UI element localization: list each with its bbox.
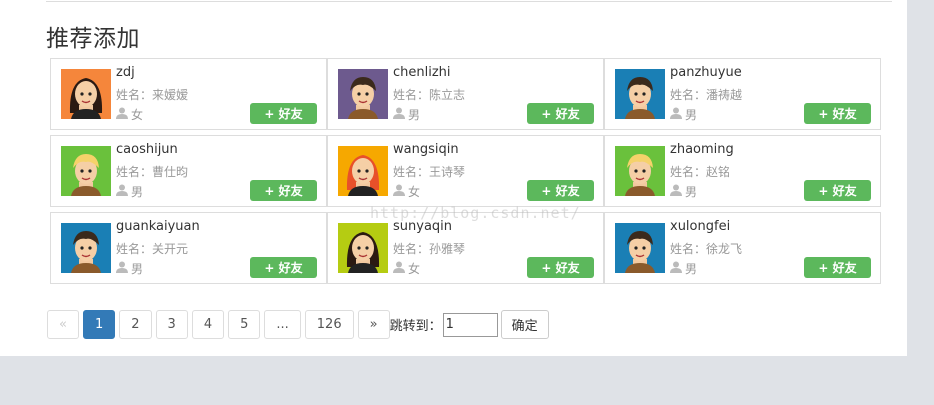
user-icon (670, 261, 682, 276)
user-icon (393, 261, 405, 276)
avatar[interactable] (615, 69, 665, 119)
real-name: 姓名：徐龙飞 (670, 242, 743, 256)
gender-label: 男 (685, 108, 698, 122)
user-icon (116, 184, 128, 199)
page-button-last[interactable]: 126 (304, 310, 354, 339)
user-icon (116, 261, 128, 276)
user-icon (116, 107, 128, 122)
avatar[interactable] (61, 69, 111, 119)
add-friend-button[interactable]: + 好友 (804, 103, 871, 124)
prev-page-button[interactable]: « (47, 310, 79, 339)
user-card: chenlizhi 姓名：陈立志男 + 好友 (327, 58, 604, 130)
gender-label: 女 (131, 108, 144, 122)
divider (46, 1, 892, 2)
user-card: xulongfei 姓名：徐龙飞男 + 好友 (604, 212, 881, 284)
username[interactable]: guankaiyuan (116, 219, 200, 234)
add-friend-button[interactable]: + 好友 (250, 257, 317, 278)
user-card: sunyaqin 姓名：孙雅琴女 + 好友 (327, 212, 604, 284)
username[interactable]: chenlizhi (393, 65, 451, 80)
gender: 男 (670, 260, 697, 277)
real-name: 姓名：赵铭 (670, 165, 731, 179)
add-friend-button[interactable]: + 好友 (527, 103, 594, 124)
username[interactable]: zdj (116, 65, 135, 80)
page-button-3[interactable]: 3 (155, 310, 188, 339)
avatar[interactable] (615, 146, 665, 196)
gender-label: 男 (131, 185, 144, 199)
real-name: 姓名：陈立志 (393, 88, 466, 102)
avatar[interactable] (61, 223, 111, 273)
add-friend-button[interactable]: + 好友 (804, 257, 871, 278)
jump-page-input[interactable] (442, 312, 498, 337)
real-name: 姓名：来嫒嫒 (116, 88, 189, 102)
gender: 女 (116, 106, 143, 123)
user-card: guankaiyuan 姓名：关开元男 + 好友 (50, 212, 327, 284)
gender: 女 (393, 183, 420, 200)
add-friend-button[interactable]: + 好友 (804, 180, 871, 201)
gender-label: 男 (685, 185, 698, 199)
user-icon (670, 107, 682, 122)
gender-label: 男 (131, 262, 144, 276)
user-card: panzhuyue 姓名：潘祷越男 + 好友 (604, 58, 881, 130)
real-name: 姓名：曹仕昀 (116, 165, 189, 179)
gender: 男 (116, 260, 143, 277)
page-button-1[interactable]: 1 (82, 310, 116, 339)
add-friend-button[interactable]: + 好友 (527, 257, 594, 278)
real-name: 姓名：关开元 (116, 242, 189, 256)
pagination: « 1 2 3 4 5 ... 126 » 跳转到： 确定 (47, 310, 549, 339)
page-button-5[interactable]: 5 (228, 310, 261, 339)
user-card: caoshijun 姓名：曹仕昀男 + 好友 (50, 135, 327, 207)
username[interactable]: wangsiqin (393, 142, 459, 157)
section-title: 推荐添加 (46, 26, 140, 52)
user-icon (670, 184, 682, 199)
gender-label: 男 (408, 108, 421, 122)
gender: 男 (393, 106, 420, 123)
page-ellipsis[interactable]: ... (264, 310, 301, 339)
gender: 男 (116, 183, 143, 200)
page-button-2[interactable]: 2 (119, 310, 152, 339)
real-name: 姓名：孙雅琴 (393, 242, 466, 256)
page-button-4[interactable]: 4 (191, 310, 225, 339)
gender: 男 (670, 183, 697, 200)
gender: 女 (393, 260, 420, 277)
content-panel: 推荐添加 zdj 姓名：来嫒嫒女 + 好友 chenlizhi 姓名：陈立志男 + 好友 p… (0, 0, 907, 356)
username[interactable]: caoshijun (116, 142, 178, 157)
gender-label: 男 (685, 262, 698, 276)
gender-label: 女 (408, 262, 421, 276)
gender-label: 女 (408, 185, 421, 199)
user-icon (393, 107, 405, 122)
real-name: 姓名：王诗琴 (393, 165, 466, 179)
jump-label: 跳转到： (389, 319, 442, 334)
user-card: wangsiqin 姓名：王诗琴女 + 好友 (327, 135, 604, 207)
username[interactable]: panzhuyue (670, 65, 742, 80)
jump-confirm-button[interactable]: 确定 (500, 310, 549, 339)
avatar[interactable] (338, 223, 388, 273)
username[interactable]: xulongfei (670, 219, 730, 234)
real-name: 姓名：潘祷越 (670, 88, 743, 102)
username[interactable]: zhaoming (670, 142, 734, 157)
next-page-button[interactable]: » (357, 310, 390, 339)
add-friend-button[interactable]: + 好友 (527, 180, 594, 201)
avatar[interactable] (338, 69, 388, 119)
user-icon (393, 184, 405, 199)
avatar[interactable] (61, 146, 111, 196)
avatar[interactable] (338, 146, 388, 196)
user-card: zdj 姓名：来嫒嫒女 + 好友 (50, 58, 327, 130)
username[interactable]: sunyaqin (393, 219, 452, 234)
add-friend-button[interactable]: + 好友 (250, 180, 317, 201)
add-friend-button[interactable]: + 好友 (250, 103, 317, 124)
avatar[interactable] (615, 223, 665, 273)
user-card: zhaoming 姓名：赵铭男 + 好友 (604, 135, 881, 207)
gender: 男 (670, 106, 697, 123)
